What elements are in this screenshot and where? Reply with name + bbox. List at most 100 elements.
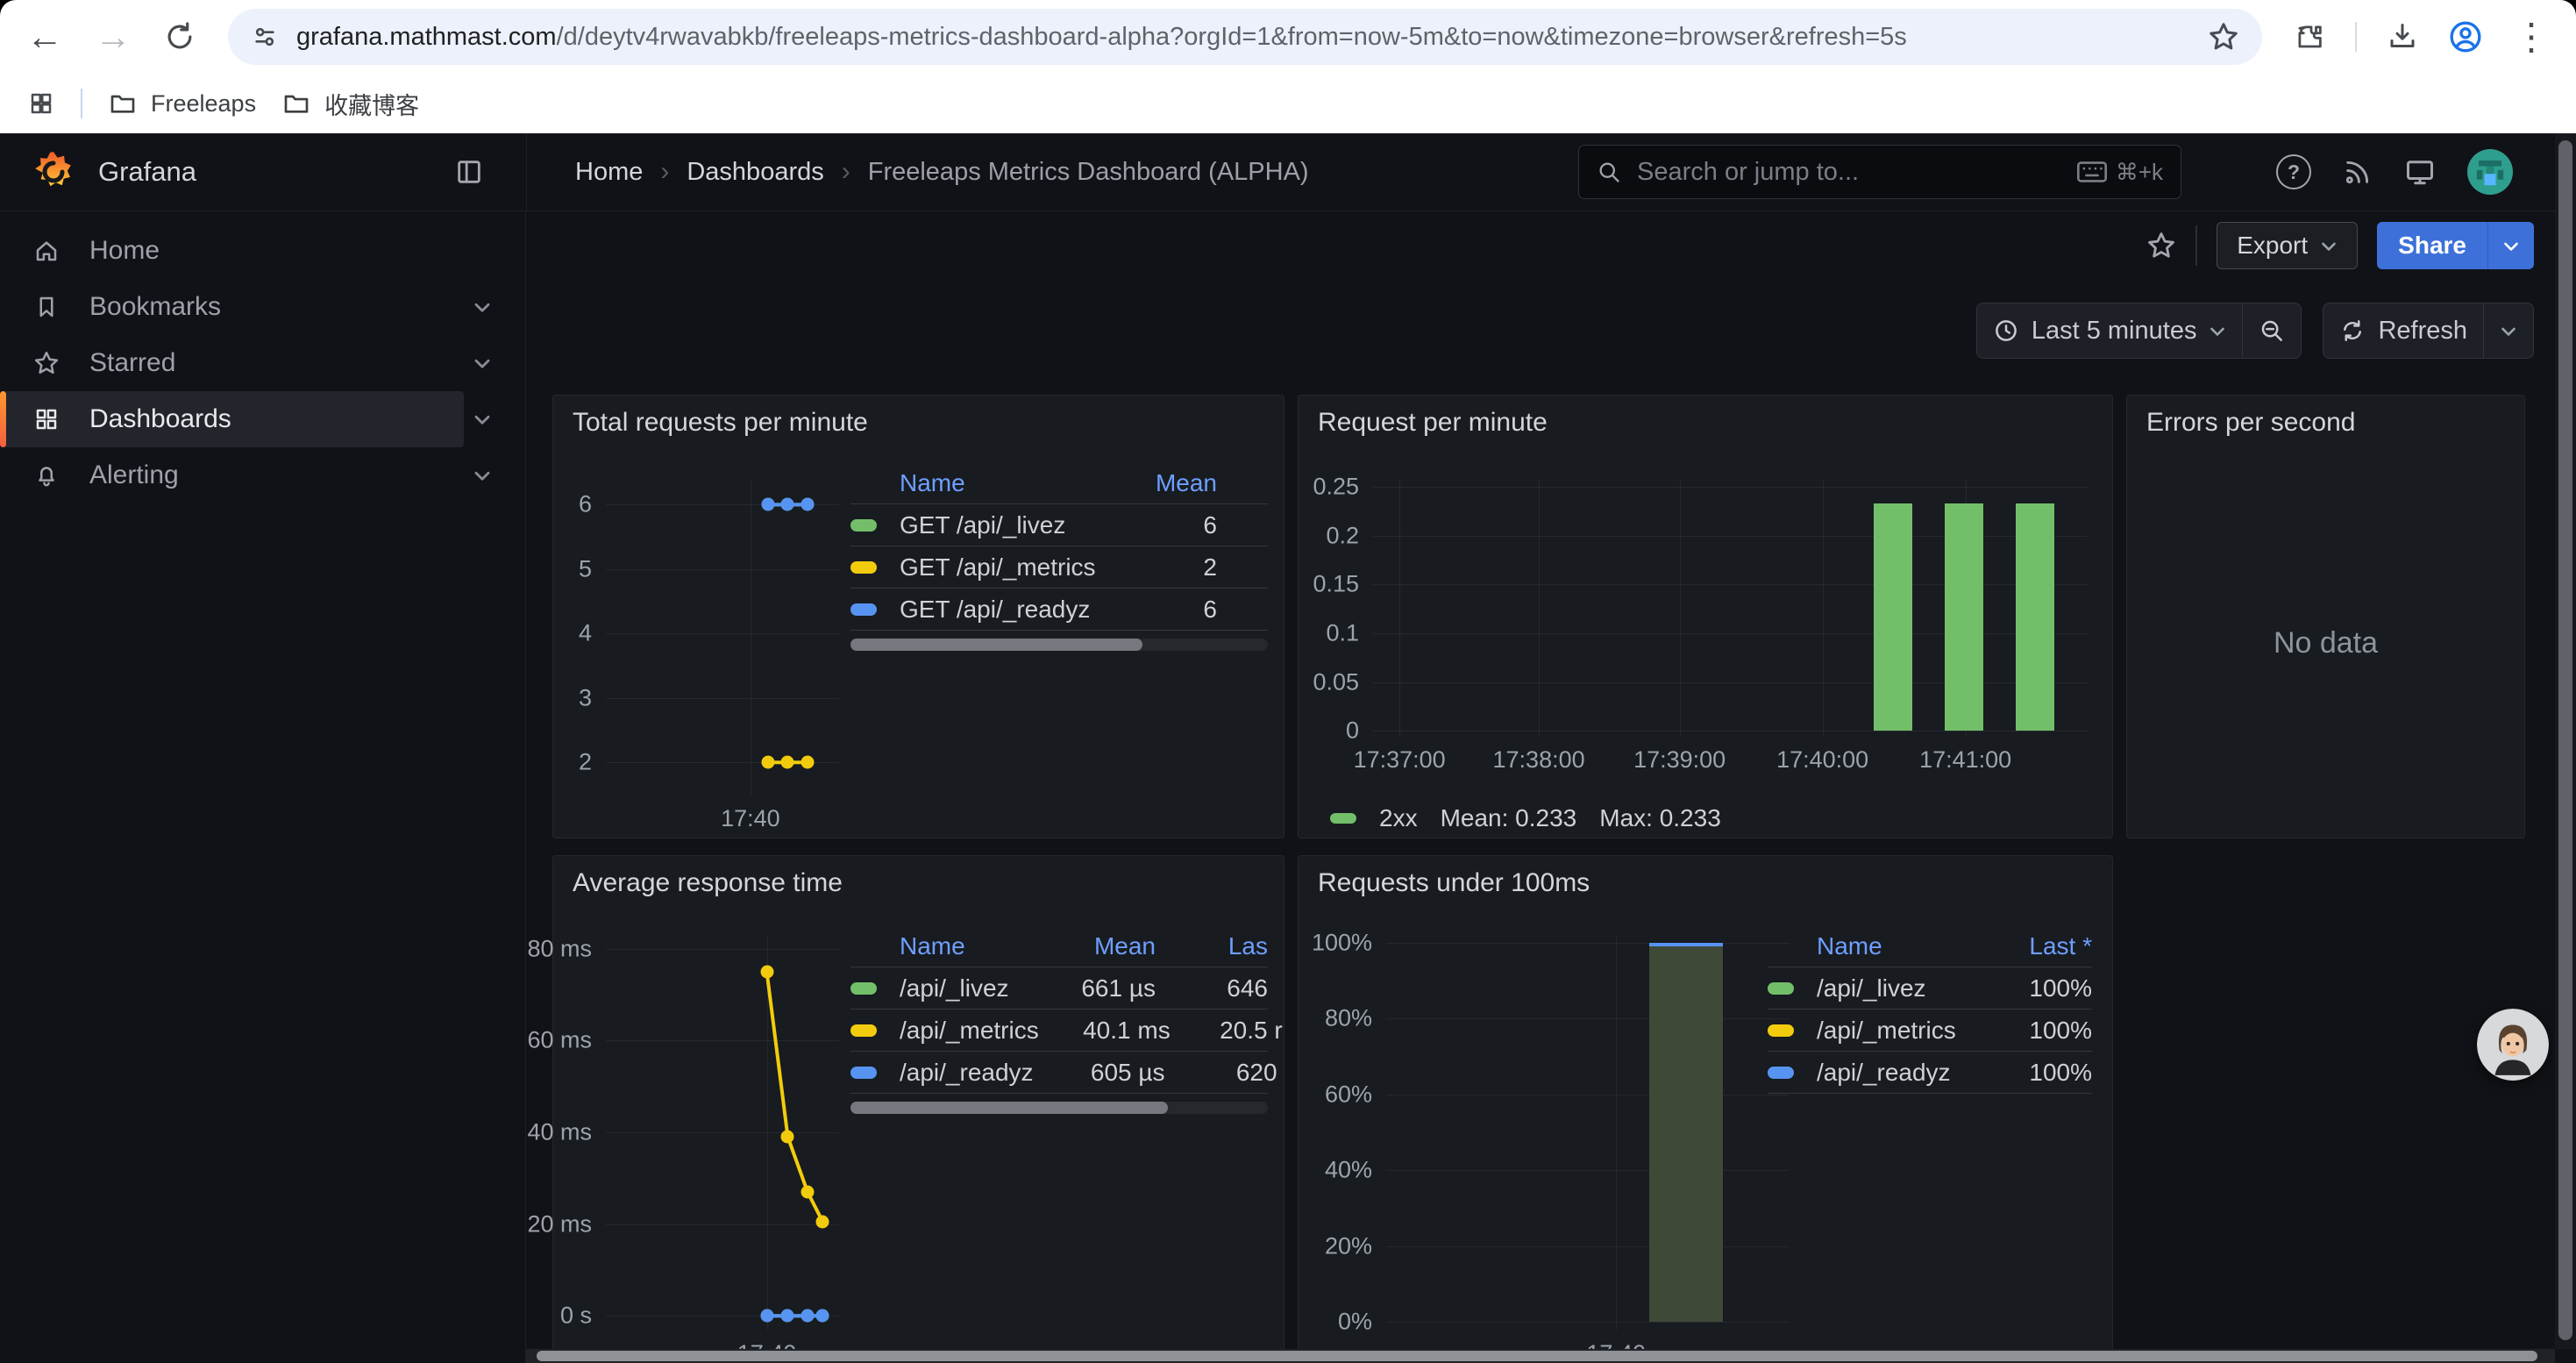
sidebar-item-starred[interactable]: Starred: [0, 335, 525, 391]
favorite-star-icon[interactable]: [2146, 231, 2176, 260]
monitor-icon[interactable]: [2404, 156, 2436, 188]
panel-total-requests-per-minute[interactable]: Total requests per minute 6543217:40 Nam…: [552, 395, 1284, 838]
legend-scrollbar[interactable]: [850, 1102, 1268, 1114]
panel-errors-per-second[interactable]: Errors per second No data: [2126, 395, 2525, 838]
series-name[interactable]: GET /api/_metrics: [900, 553, 1154, 582]
export-button[interactable]: Export: [2217, 222, 2358, 269]
chevron-down-icon[interactable]: [473, 469, 492, 482]
dock-sidebar-icon[interactable]: [454, 157, 484, 187]
sidebar-item-label: Dashboards: [89, 404, 231, 434]
legend-scrollbar[interactable]: [850, 639, 1268, 651]
series-name[interactable]: /api/_livez: [900, 974, 1024, 1003]
chevron-down-icon[interactable]: [473, 357, 492, 369]
series-name[interactable]: /api/_readyz: [1817, 1059, 2004, 1087]
legend-col-mean[interactable]: Mean: [1154, 469, 1268, 497]
news-rss-icon[interactable]: [2343, 157, 2373, 187]
panel-title[interactable]: Requests under 100ms: [1318, 868, 1590, 898]
floating-assistant-avatar[interactable]: [2477, 1009, 2549, 1081]
refresh-interval-dropdown[interactable]: [2483, 303, 2533, 358]
grafana-logo-icon[interactable]: [32, 150, 75, 194]
folder-icon: [109, 89, 137, 118]
panel-title[interactable]: Average response time: [573, 868, 843, 898]
chevron-down-icon[interactable]: [473, 413, 492, 425]
horizontal-scrollbar[interactable]: [526, 1349, 2555, 1363]
refresh-button[interactable]: Refresh: [2323, 303, 2483, 358]
download-icon[interactable]: [2387, 21, 2418, 53]
legend-col-name[interactable]: Name: [1817, 932, 2004, 960]
series-color-pill: [850, 603, 877, 616]
series-color-pill: [850, 982, 877, 995]
legend-col-last[interactable]: Last *: [2004, 932, 2092, 960]
legend-row[interactable]: /api/_metrics 40.1 ms 20.5 r: [850, 1010, 1268, 1052]
series-color-pill: [1768, 1024, 1794, 1037]
panel-title[interactable]: Request per minute: [1318, 408, 1548, 438]
legend-col-name[interactable]: Name: [900, 932, 1024, 960]
legend-row[interactable]: GET /api/_readyz 6: [850, 589, 1268, 631]
legend-row[interactable]: /api/_metrics 100%: [1768, 1010, 2092, 1052]
share-button[interactable]: Share: [2377, 222, 2487, 269]
series-name[interactable]: GET /api/_livez: [900, 511, 1154, 539]
legend-col-last[interactable]: Las: [1156, 932, 1268, 960]
sidebar-item-home[interactable]: Home: [0, 223, 525, 279]
series-name[interactable]: /api/_metrics: [900, 1017, 1039, 1045]
scrollbar-thumb[interactable]: [2558, 140, 2572, 1340]
bookmark-icon: [33, 294, 60, 320]
series-name[interactable]: /api/_livez: [1817, 974, 2004, 1003]
series-color-pill: [850, 561, 877, 574]
home-icon: [33, 238, 60, 264]
legend-row[interactable]: /api/_readyz 100%: [1768, 1052, 2092, 1094]
vertical-scrollbar[interactable]: [2555, 133, 2576, 1349]
breadcrumb-home[interactable]: Home: [575, 158, 643, 187]
legend-row[interactable]: /api/_livez 100%: [1768, 967, 2092, 1010]
series-mean: 6: [1154, 596, 1268, 624]
legend-row[interactable]: GET /api/_metrics 2: [850, 546, 1268, 589]
series-name[interactable]: 2xx: [1379, 804, 1418, 832]
sidebar-item-label: Alerting: [89, 460, 179, 490]
series-name[interactable]: /api/_readyz: [900, 1059, 1034, 1087]
share-dropdown-chevron-icon[interactable]: [2487, 222, 2534, 269]
chevron-down-icon[interactable]: [473, 301, 492, 313]
zoom-out-button[interactable]: [2242, 303, 2301, 358]
panel-requests-under-100ms[interactable]: Requests under 100ms 100%80%60%40%20%0%1…: [1298, 855, 2113, 1363]
panel-request-per-minute[interactable]: Request per minute 0.250.20.150.10.05017…: [1298, 395, 2113, 838]
forward-icon[interactable]: →: [95, 18, 132, 55]
profile-icon[interactable]: [2448, 19, 2483, 54]
reload-icon[interactable]: [163, 20, 196, 54]
sidebar-item-dashboards[interactable]: Dashboards: [0, 391, 464, 447]
search-input[interactable]: [1635, 157, 2063, 188]
sidebar-item-alerting[interactable]: Alerting: [0, 447, 525, 503]
user-avatar[interactable]: [2467, 149, 2513, 195]
legend-row[interactable]: GET /api/_livez 6: [850, 504, 1268, 546]
url-host: grafana.mathmast.com: [296, 23, 557, 51]
panel-title[interactable]: Errors per second: [2146, 408, 2355, 438]
legend-col-name[interactable]: Name: [900, 469, 1154, 497]
bookmark-star-icon[interactable]: [2208, 21, 2239, 53]
apps-grid-icon[interactable]: [28, 90, 54, 117]
site-settings-icon[interactable]: [251, 23, 279, 51]
legend-col-mean[interactable]: Mean: [1024, 932, 1156, 960]
legend-table: Name Mean GET /api/_livez 6 GET /api/_me…: [850, 463, 1268, 651]
browser-menu-icon[interactable]: ⋮: [2513, 18, 2550, 55]
series-mean: 661 µs: [1024, 974, 1156, 1003]
series-name[interactable]: GET /api/_readyz: [900, 596, 1154, 624]
help-icon[interactable]: ?: [2276, 154, 2311, 189]
bookmark-folder-freeleaps[interactable]: Freeleaps: [109, 89, 256, 118]
panel-title[interactable]: Total requests per minute: [573, 408, 868, 438]
sidebar-item-bookmarks[interactable]: Bookmarks: [0, 279, 525, 335]
timeseries-chart: 6543217:40: [606, 479, 839, 795]
breadcrumb: Home › Dashboards › Freeleaps Metrics Da…: [575, 133, 1309, 211]
url-bar[interactable]: grafana.mathmast.com/d/deytv4rwavabkb/fr…: [228, 9, 2262, 65]
bookmark-folder-blogs[interactable]: 收藏博客: [282, 87, 419, 121]
series-name[interactable]: /api/_metrics: [1817, 1017, 2004, 1045]
panel-average-response-time[interactable]: Average response time 80 ms60 ms40 ms20 …: [552, 855, 1284, 1363]
extensions-icon[interactable]: [2294, 21, 2325, 53]
back-icon[interactable]: ←: [26, 18, 63, 55]
scrollbar-thumb[interactable]: [537, 1351, 2537, 1361]
breadcrumb-dashboards[interactable]: Dashboards: [687, 158, 823, 187]
time-range-picker[interactable]: Last 5 minutes: [1977, 303, 2243, 358]
search-box[interactable]: ⌘+k: [1578, 145, 2181, 199]
series-last: 100%: [2004, 1017, 2092, 1045]
sidebar-item-label: Bookmarks: [89, 292, 221, 322]
legend-row[interactable]: /api/_livez 661 µs 646: [850, 967, 1268, 1010]
legend-row[interactable]: /api/_readyz 605 µs 620: [850, 1052, 1268, 1094]
